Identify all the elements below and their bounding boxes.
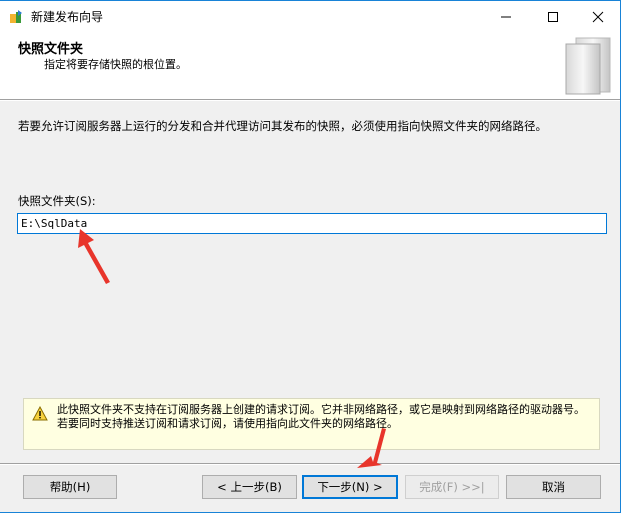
app-icon (8, 9, 24, 25)
wizard-header: 快照文件夹 指定将要存储快照的根位置。 (0, 32, 620, 99)
window-title: 新建发布向导 (31, 10, 104, 24)
snapshot-folder-label: 快照文件夹(S): (18, 194, 96, 208)
minimize-icon (501, 16, 511, 17)
page-title: 快照文件夹 (18, 42, 84, 57)
warning-panel: 此快照文件夹不支持在订阅服务器上创建的请求订阅。它并非网络路径，或它是映射到网络… (23, 398, 600, 450)
warning-icon (32, 406, 48, 421)
maximize-button[interactable] (530, 1, 576, 32)
wizard-window: 新建发布向导 快照文件夹 指定将要存储快照的根位置。 若要允许订阅服务器上运行的… (0, 0, 621, 513)
maximize-icon (548, 11, 558, 22)
finish-button[interactable]: 完成(F) >>| (405, 475, 499, 499)
footer-divider (0, 463, 620, 465)
wizard-banner-icon (565, 37, 611, 95)
minimize-button[interactable] (483, 1, 529, 32)
close-icon (592, 11, 604, 22)
warning-text: 此快照文件夹不支持在订阅服务器上创建的请求订阅。它并非网络路径，或它是映射到网络… (57, 403, 585, 430)
description-text: 若要允许订阅服务器上运行的分发和合并代理访问其发布的快照，必须使用指向快照文件夹… (18, 119, 547, 133)
header-divider (0, 99, 620, 101)
help-button[interactable]: 帮助(H) (23, 475, 117, 499)
page-subtitle: 指定将要存储快照的根位置。 (44, 58, 187, 71)
snapshot-folder-input[interactable]: E:\SqlData (17, 213, 607, 234)
previous-button[interactable]: < 上一步(B) (202, 475, 297, 499)
title-bar[interactable]: 新建发布向导 (0, 1, 620, 32)
close-button[interactable] (575, 1, 621, 32)
cancel-button[interactable]: 取消 (506, 475, 601, 499)
next-button[interactable]: 下一步(N) > (302, 475, 398, 499)
